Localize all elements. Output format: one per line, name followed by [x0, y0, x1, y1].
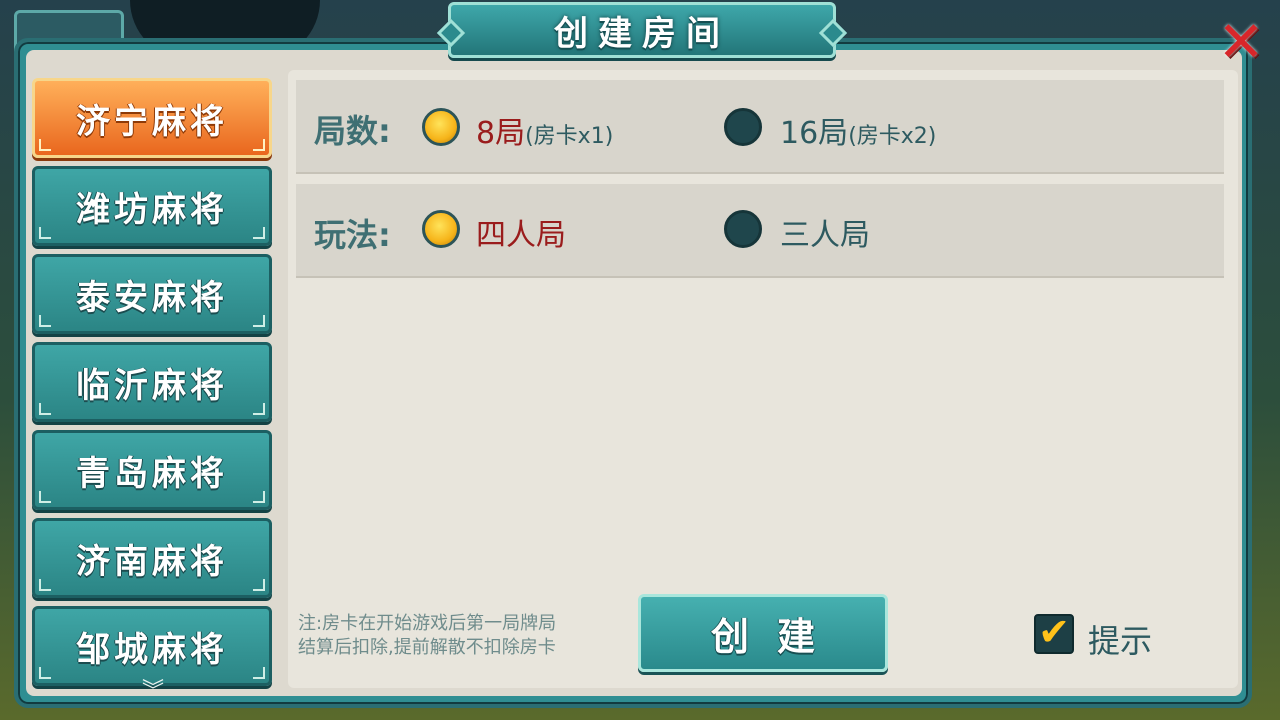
rounds-8-label: 8局	[476, 116, 526, 151]
hint-label[interactable]: 提示	[1088, 616, 1152, 662]
variant-jinan[interactable]: 济南麻将	[32, 518, 272, 598]
variant-linyi[interactable]: 临沂麻将	[32, 342, 272, 422]
rounds-16-label: 16局	[780, 116, 849, 151]
dialog-title-plate: 创建房间	[436, 2, 848, 58]
variant-label: 邹城麻将	[76, 629, 228, 670]
variant-zoucheng[interactable]: 邹城麻将	[32, 606, 272, 686]
mode-row: 玩法: 四人局 三人局	[296, 184, 1224, 278]
variant-label: 潍坊麻将	[76, 189, 228, 230]
rounds-16-radio[interactable]	[724, 108, 762, 146]
dialog-title: 创建房间	[554, 13, 730, 54]
variant-label: 济宁麻将	[76, 101, 228, 142]
note-line: 注:房卡在开始游戏后第一局牌局	[298, 613, 557, 634]
variant-label: 青岛麻将	[76, 453, 228, 494]
variant-taian[interactable]: 泰安麻将	[32, 254, 272, 334]
mode-three-player-radio[interactable]	[724, 210, 762, 248]
checkmark-icon: ✔	[1038, 610, 1070, 654]
rounds-8-radio[interactable]	[422, 108, 460, 146]
create-room-button[interactable]: 创建	[638, 594, 888, 672]
variant-label: 临沂麻将	[76, 365, 228, 406]
variant-weifang[interactable]: 潍坊麻将	[32, 166, 272, 246]
rounds-8-option[interactable]: 8局(房卡x1)	[476, 108, 613, 152]
mahjong-variant-list: 济宁麻将 潍坊麻将 泰安麻将 临沂麻将 青岛麻将 济南麻将 邹城麻将	[32, 78, 274, 686]
rounds-8-cost: (房卡x1)	[525, 124, 614, 149]
mode-label: 玩法:	[314, 216, 391, 254]
rounds-16-cost: (房卡x2)	[848, 124, 937, 149]
note-line: 结算后扣除,提前解散不扣除房卡	[298, 637, 556, 658]
variant-label: 济南麻将	[76, 541, 228, 582]
rounds-label: 局数:	[314, 112, 391, 150]
chevron-down-icon[interactable]: ︾	[140, 681, 166, 703]
variant-qingdao[interactable]: 青岛麻将	[32, 430, 272, 510]
close-button[interactable]: ✕	[1210, 12, 1272, 74]
mode-three-player-label[interactable]: 三人局	[780, 210, 870, 254]
variant-label: 泰安麻将	[76, 277, 228, 318]
mode-four-player-radio[interactable]	[422, 210, 460, 248]
rounds-16-option[interactable]: 16局(房卡x2)	[780, 108, 936, 152]
rounds-row: 局数: 8局(房卡x1) 16局(房卡x2)	[296, 80, 1224, 174]
variant-jining[interactable]: 济宁麻将	[32, 78, 272, 158]
create-button-label: 创建	[710, 614, 843, 659]
mode-four-player-label[interactable]: 四人局	[476, 210, 566, 254]
close-icon: ✕	[1217, 10, 1265, 75]
room-card-note: 注:房卡在开始游戏后第一局牌局 结算后扣除,提前解散不扣除房卡	[298, 612, 638, 660]
hint-checkbox[interactable]: ✔	[1034, 610, 1074, 654]
